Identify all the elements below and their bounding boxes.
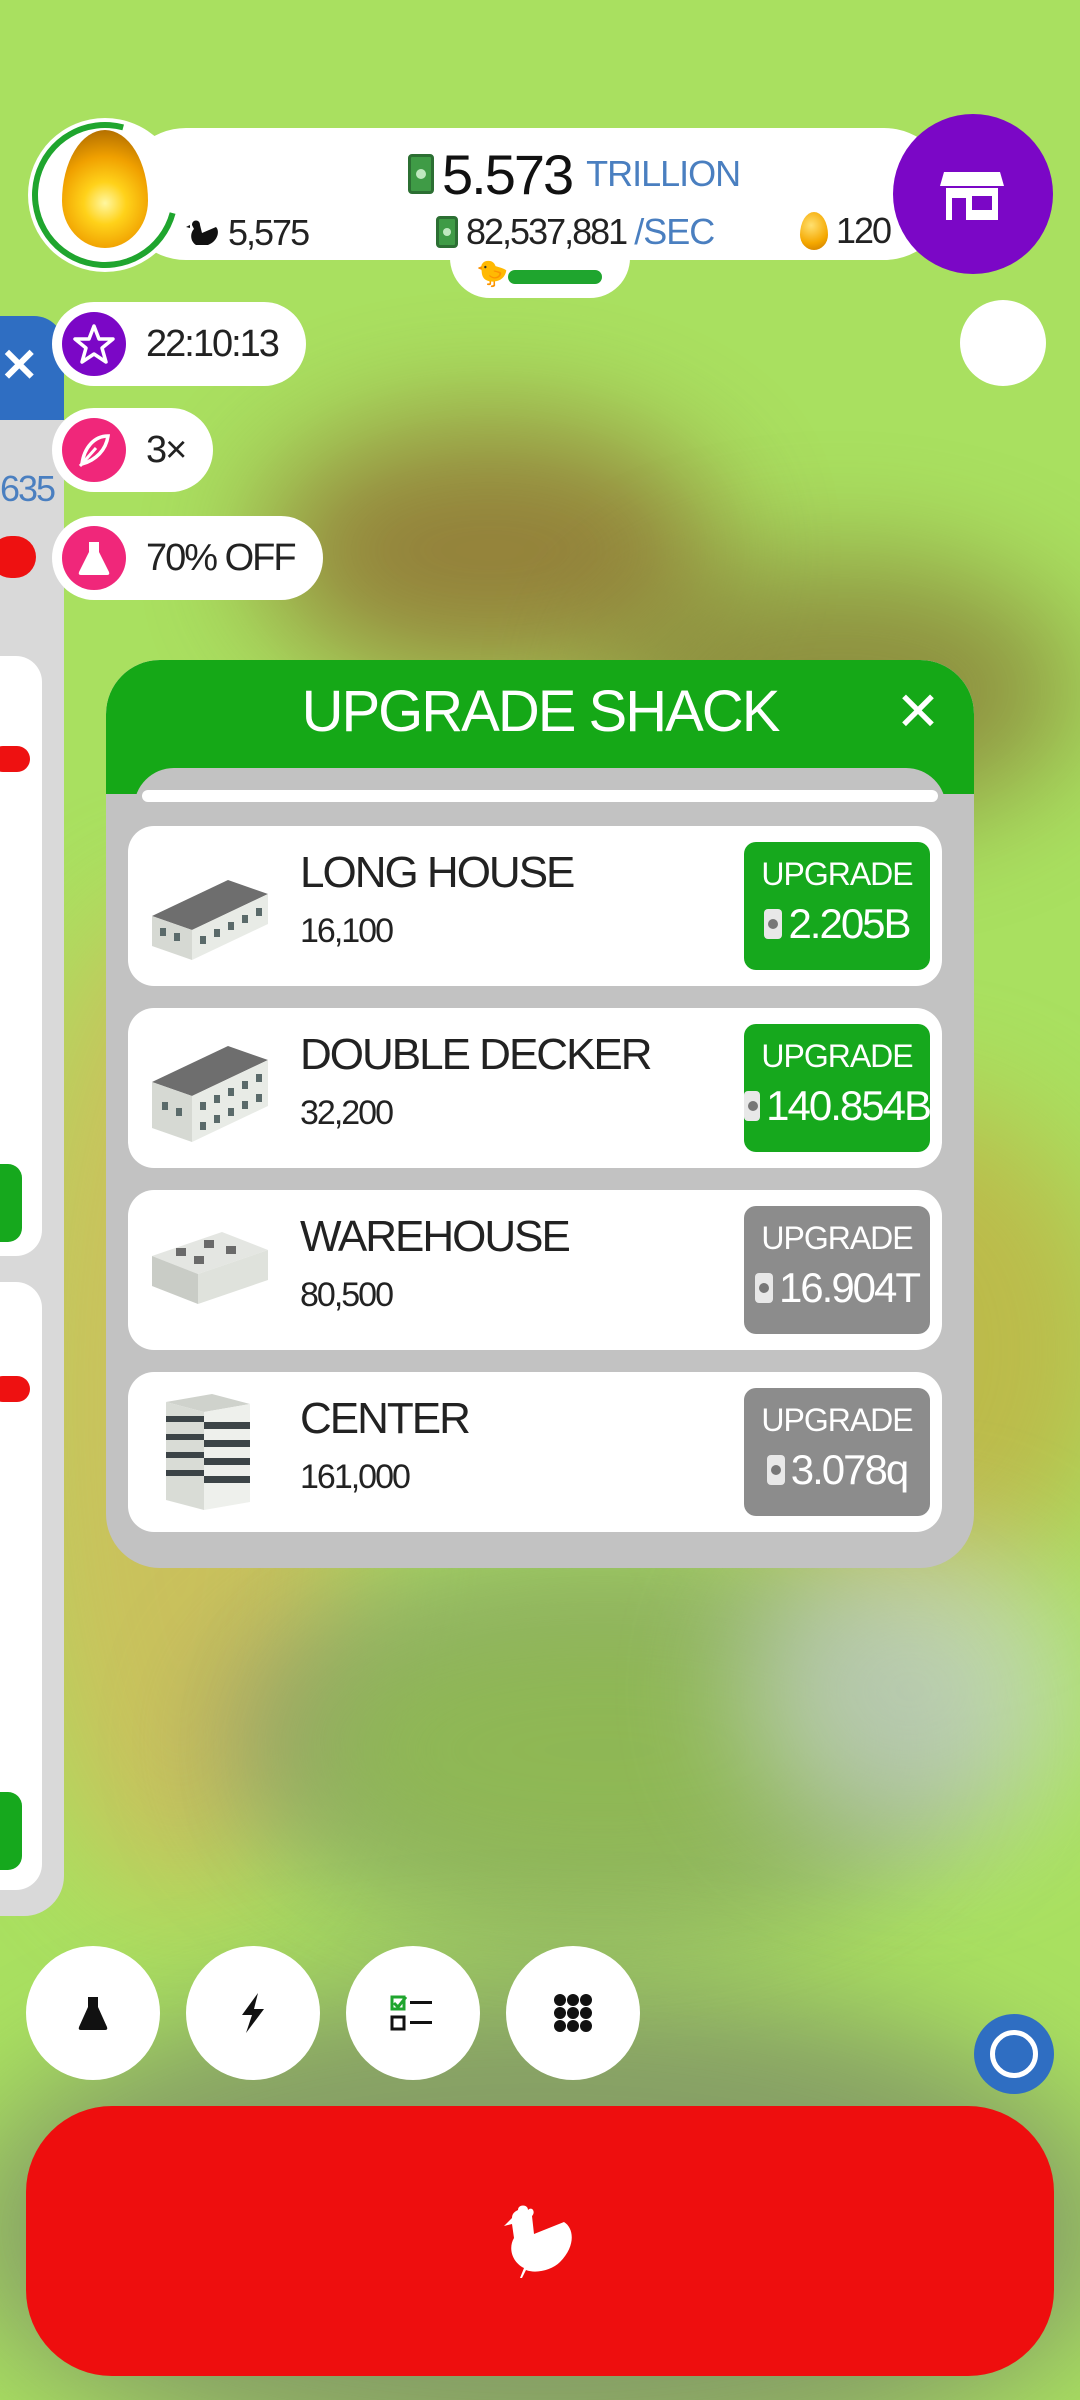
feather-icon	[62, 418, 126, 482]
upgrade-row: CENTER 161,000 UPGRADE 3.078q	[128, 1372, 942, 1532]
upgrade-capacity: 161,000	[300, 1458, 411, 1496]
boost-button[interactable]	[186, 1946, 320, 2080]
cash-icon	[744, 1091, 761, 1121]
upgrade-button-label: UPGRADE	[761, 1220, 913, 1256]
upgrade-button-label: UPGRADE	[761, 856, 913, 892]
center-image	[166, 1394, 250, 1510]
chicken-count-value: 5,575	[228, 212, 310, 253]
discount-text: 70% OFF	[146, 536, 297, 579]
modal-title: UPGRADE SHACK	[301, 679, 781, 744]
upgrade-name: CENTER	[300, 1394, 471, 1443]
flask-icon	[78, 1997, 108, 2030]
upgrade-button-label: UPGRADE	[761, 1038, 913, 1074]
hab-capacity-bar	[508, 270, 602, 284]
upgrade-price: 16.904T	[744, 1264, 930, 1312]
upgrade-price-value: 2.205B	[788, 900, 911, 947]
boost-timer-text: 22:10:13	[146, 322, 280, 365]
golden-egg-count: 120	[800, 210, 892, 252]
missions-button[interactable]	[346, 1946, 480, 2080]
flask-icon	[62, 526, 126, 590]
double-decker-image	[152, 1046, 268, 1142]
side-red-badge	[0, 1376, 30, 1402]
warehouse-image	[152, 1232, 268, 1304]
side-close-icon[interactable]: ✕	[0, 338, 39, 392]
upgrade-row: LONG HOUSE 16,100 UPGRADE 2.205B	[128, 826, 942, 986]
upgrade-price-value: 140.854B	[766, 1082, 932, 1129]
upgrade-price: 3.078q	[744, 1446, 930, 1494]
cash-icon	[754, 1273, 773, 1303]
chick-icon: 🐤	[476, 258, 509, 288]
upgrade-name: LONG HOUSE	[300, 848, 575, 897]
discount-pill[interactable]: 70% OFF	[52, 516, 323, 600]
cash-icon	[766, 1455, 785, 1485]
upgrade-row: DOUBLE DECKER 32,200 UPGRADE 140.854B	[128, 1008, 942, 1168]
upgrade-price: 140.854B	[744, 1082, 932, 1130]
chicken-icon	[504, 2205, 572, 2278]
side-partial-number: 635	[0, 468, 56, 509]
shop-icon	[940, 172, 1004, 220]
upgrade-price: 2.205B	[744, 900, 930, 948]
side-red-badge	[0, 746, 30, 772]
upgrade-price-value: 3.078q	[790, 1446, 909, 1493]
upgrade-capacity: 80,500	[300, 1276, 394, 1314]
upgrade-name: WAREHOUSE	[300, 1212, 571, 1261]
lightning-icon	[242, 1993, 264, 2033]
research-button[interactable]	[26, 1946, 160, 2080]
side-green-button[interactable]	[0, 1792, 22, 1870]
golden-egg-value: 120	[836, 210, 892, 251]
notification-dot[interactable]	[960, 300, 1046, 386]
cash-icon	[436, 216, 458, 248]
cash-total: 5.573 TRILLION	[408, 142, 741, 206]
multiplier-pill[interactable]: 3×	[52, 408, 214, 492]
upgrade-capacity: 16,100	[300, 912, 394, 950]
ring-icon	[990, 2030, 1038, 2078]
upgrade-button[interactable]: UPGRADE 2.205B	[744, 842, 930, 970]
upgrade-button[interactable]: UPGRADE 16.904T	[744, 1206, 930, 1334]
income-rate: 82,537,881 /SEC	[436, 210, 715, 254]
close-icon[interactable]: ✕	[888, 682, 948, 742]
checklist-icon	[390, 1995, 432, 2031]
upgrade-modal: UPGRADE SHACK ✕ LONG HOUSE 16,100 UPGRAD…	[106, 660, 974, 1568]
assist-button[interactable]	[974, 2014, 1054, 2094]
upgrade-button[interactable]: UPGRADE 3.078q	[744, 1388, 930, 1516]
upgrade-price-value: 16.904T	[778, 1264, 921, 1311]
cash-amount: 5.573	[442, 142, 574, 206]
upgrade-name: DOUBLE DECKER	[300, 1030, 653, 1079]
scroll-indicator[interactable]	[142, 790, 938, 802]
menu-button[interactable]	[506, 1946, 640, 2080]
cash-icon	[408, 154, 434, 194]
upgrade-capacity: 32,200	[300, 1094, 394, 1132]
rate-unit: /SEC	[634, 211, 715, 252]
side-green-button[interactable]	[0, 1164, 22, 1242]
boost-timer-pill[interactable]: 22:10:13	[52, 302, 306, 386]
multiplier-text: 3×	[146, 428, 187, 471]
grid-menu-icon	[554, 1994, 592, 2032]
cash-unit: TRILLION	[586, 153, 741, 194]
chicken-icon	[186, 220, 218, 245]
long-house-image	[152, 880, 268, 960]
rate-amount: 82,537,881	[466, 211, 628, 252]
golden-egg-small-icon	[800, 212, 828, 250]
cash-icon	[764, 909, 783, 939]
upgrade-button[interactable]: UPGRADE 140.854B	[744, 1024, 932, 1152]
chicken-count: 5,575	[186, 212, 310, 254]
upgrade-row: WAREHOUSE 80,500 UPGRADE 16.904T	[128, 1190, 942, 1350]
star-icon	[62, 312, 126, 376]
upgrade-button-label: UPGRADE	[761, 1402, 913, 1438]
